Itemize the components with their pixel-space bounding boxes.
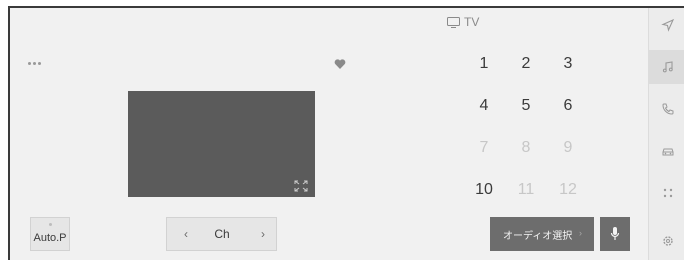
channel-prev-button[interactable]: ‹ (171, 218, 201, 250)
channel-next-button[interactable]: › (248, 218, 278, 250)
voice-mic-button[interactable] (600, 217, 630, 251)
sidebar-item-navigation[interactable] (649, 8, 684, 42)
key-5[interactable]: 5 (512, 92, 540, 120)
tv-main-panel: TV 1 2 3 4 5 6 7 8 9 10 11 12 Auto.P ‹ C… (10, 8, 648, 260)
gear-icon (662, 236, 673, 246)
sidebar-item-settings[interactable] (649, 224, 684, 258)
source-label: TV (464, 15, 480, 29)
sidebar-item-music[interactable] (649, 50, 684, 84)
head-unit-screen: TV 1 2 3 4 5 6 7 8 9 10 11 12 Auto.P ‹ C… (8, 6, 684, 260)
channel-keypad: 1 2 3 4 5 6 7 8 9 10 11 12 (466, 50, 586, 200)
sidebar-item-vehicle[interactable] (649, 134, 684, 168)
channel-label: Ch (214, 227, 230, 241)
channel-control: ‹ Ch › (166, 217, 277, 251)
apps-grid-icon (663, 188, 672, 198)
phone-icon (661, 103, 673, 115)
key-4[interactable]: 4 (470, 92, 498, 120)
key-7[interactable]: 7 (470, 134, 498, 162)
audio-select-button[interactable]: オーディオ選択 › (490, 217, 594, 251)
key-10[interactable]: 10 (470, 176, 498, 204)
favorite-heart-icon[interactable] (334, 58, 346, 70)
auto-preset-button[interactable]: Auto.P (30, 217, 70, 251)
sidebar-item-phone[interactable] (649, 92, 684, 126)
auto-preset-label: Auto.P (33, 232, 67, 244)
audio-select-label: オーディオ選択 (503, 230, 573, 242)
sidebar (648, 8, 684, 260)
key-3[interactable]: 3 (554, 50, 582, 78)
car-icon (662, 148, 673, 156)
key-6[interactable]: 6 (554, 92, 582, 120)
key-11[interactable]: 11 (512, 176, 540, 204)
key-2[interactable]: 2 (512, 50, 540, 78)
key-12[interactable]: 12 (554, 176, 582, 204)
source-indicator: TV (447, 15, 479, 29)
microphone-icon (610, 227, 620, 240)
key-8[interactable]: 8 (512, 134, 540, 162)
indicator-dot (49, 223, 52, 226)
fullscreen-expand-icon[interactable] (293, 179, 309, 193)
key-9[interactable]: 9 (554, 134, 582, 162)
key-1[interactable]: 1 (470, 50, 498, 78)
navigation-icon (660, 18, 674, 32)
chevron-right-icon: › (579, 228, 582, 238)
sidebar-item-apps[interactable] (649, 176, 684, 210)
more-options-icon[interactable] (28, 58, 48, 68)
tv-icon (447, 16, 460, 28)
music-note-icon (662, 61, 673, 73)
video-preview[interactable] (128, 91, 315, 197)
